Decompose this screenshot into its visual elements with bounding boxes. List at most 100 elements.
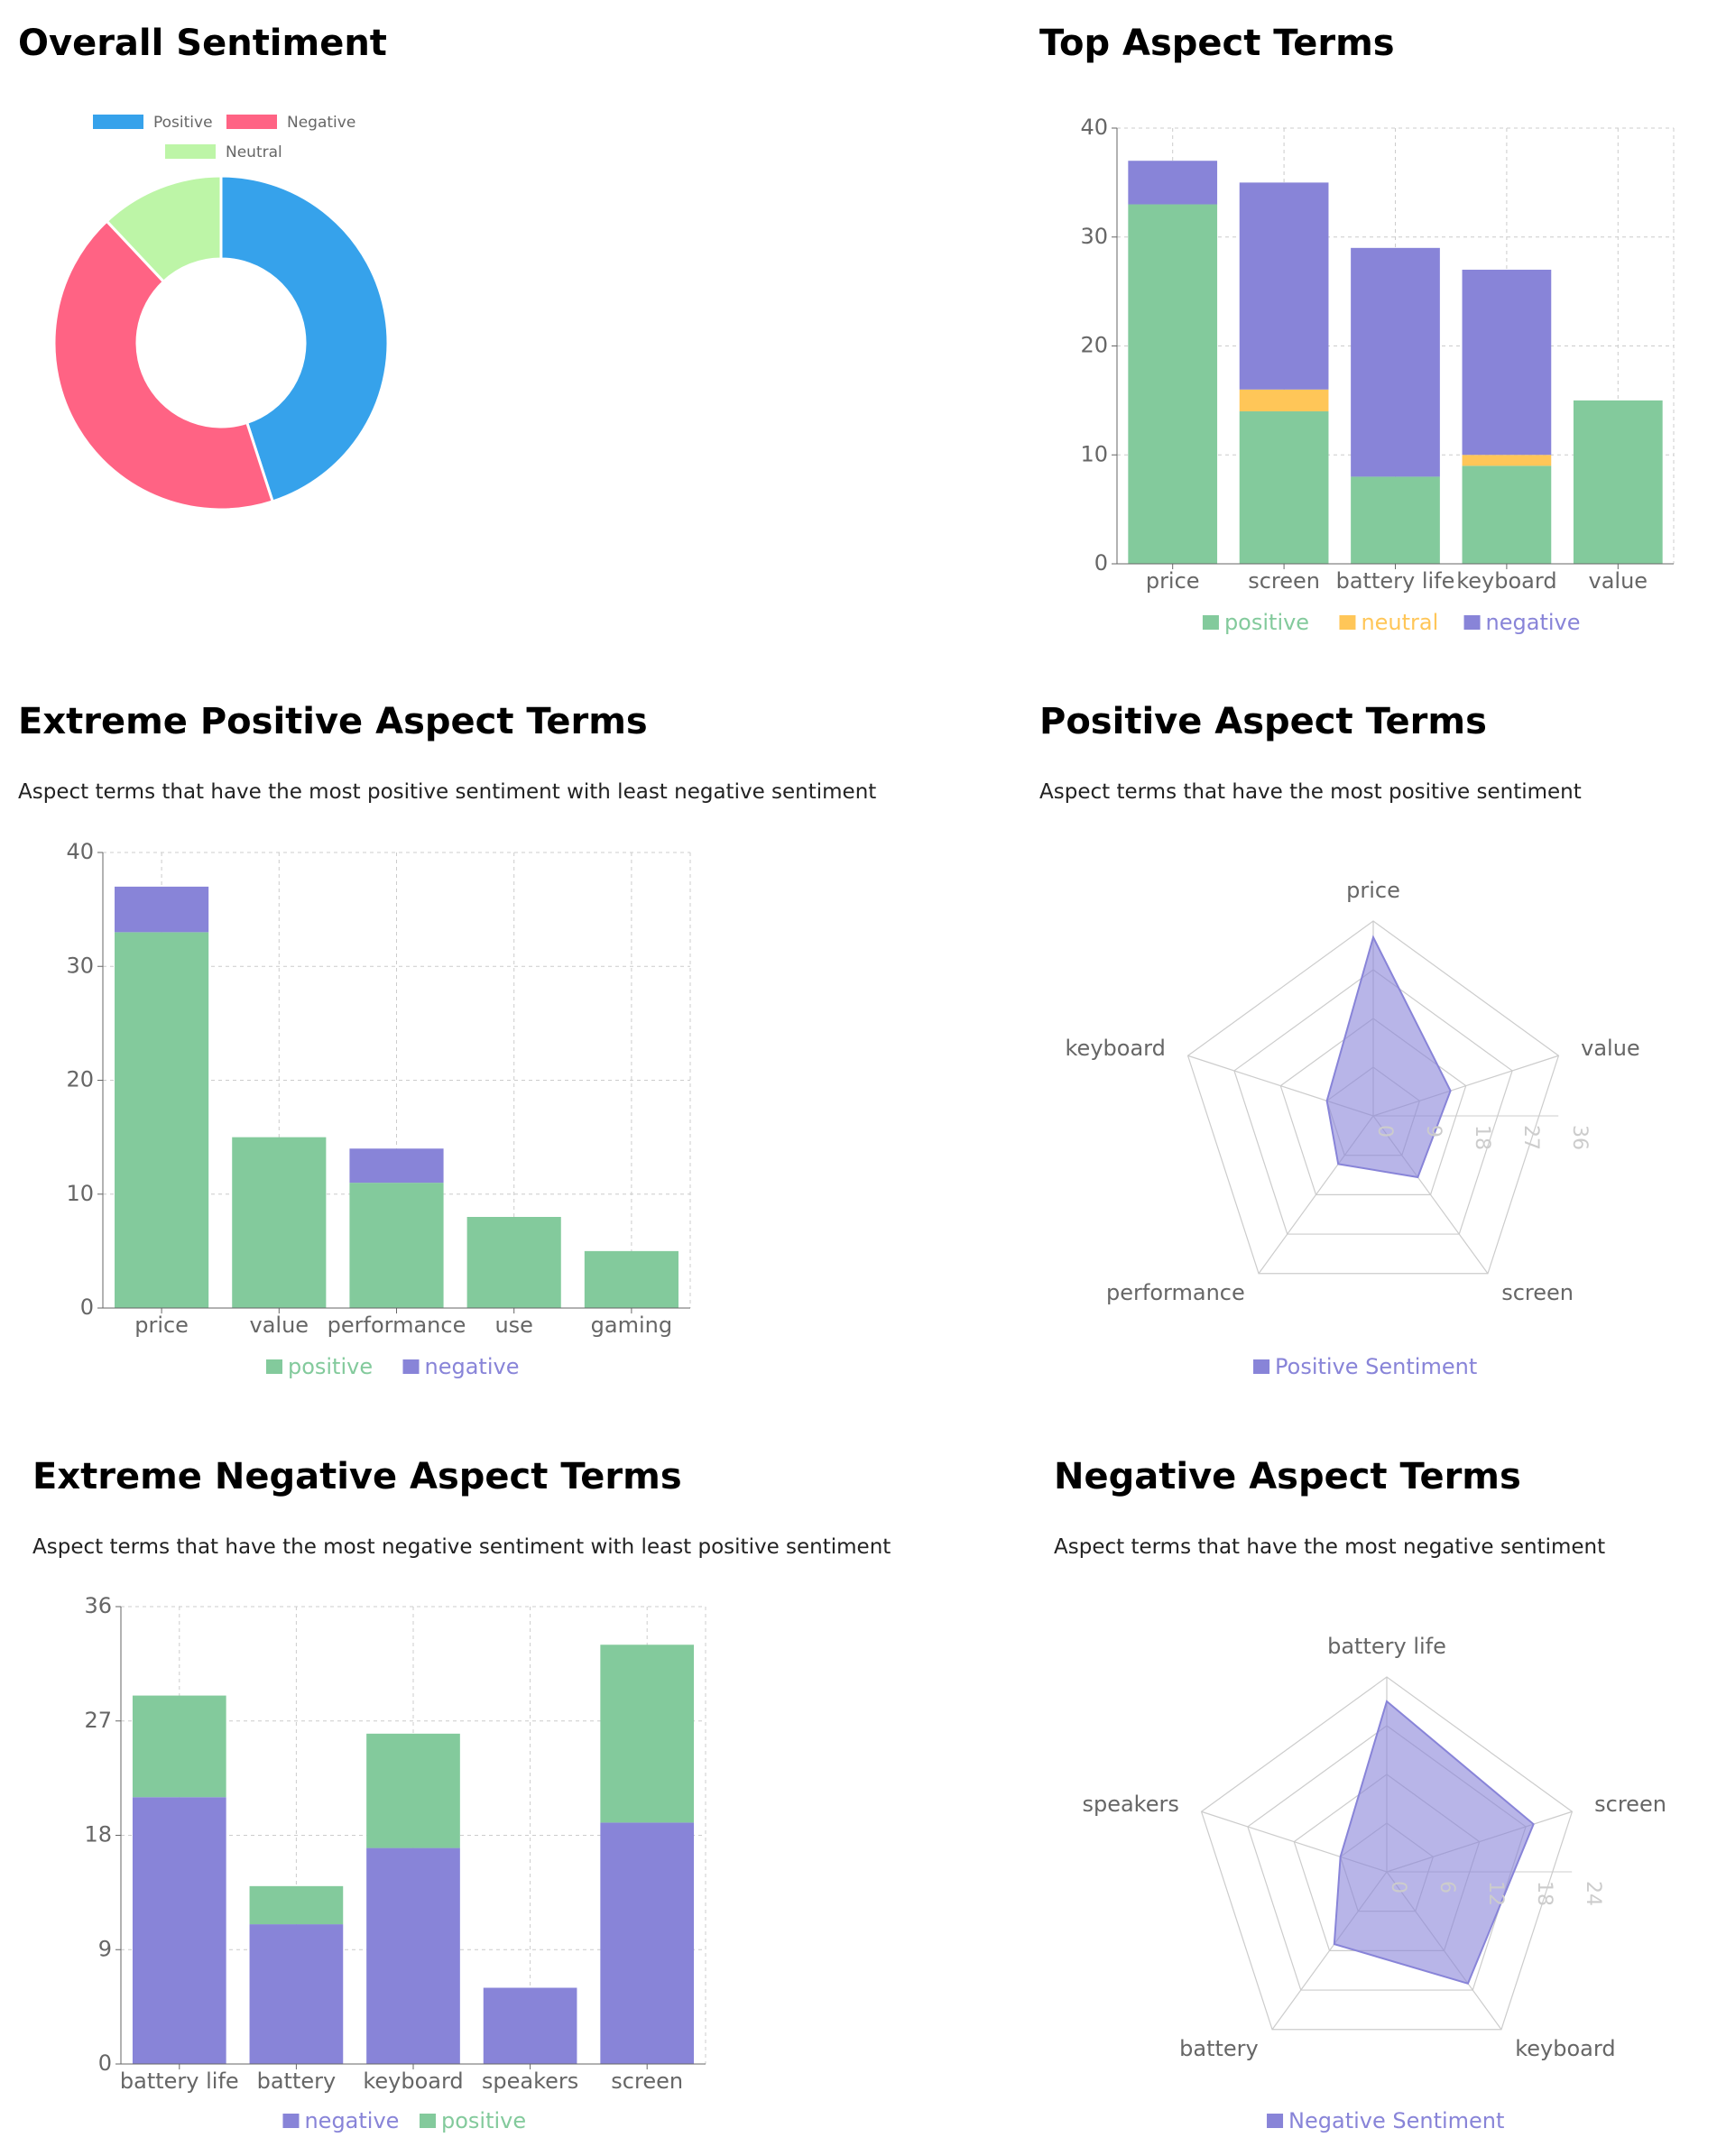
- legend-label-negative: Negative: [287, 114, 355, 132]
- bar-negative-battery-life: [1351, 247, 1440, 477]
- legend-label-negative: negative: [304, 2108, 399, 2133]
- x-tick-label: performance: [328, 1313, 466, 1338]
- legend-label-positive: Positive: [153, 114, 213, 132]
- bar-negative-price: [1128, 161, 1218, 205]
- bar-positive-screen: [1239, 410, 1329, 564]
- bar-chart-top: price screen battery life keyboard value 0 10 2…: [1080, 115, 1675, 635]
- radar-radius-tick: 27: [1519, 1125, 1542, 1150]
- bar-negative-keyboard: [366, 1847, 460, 2064]
- radar-axis-label: price: [1346, 878, 1400, 903]
- legend-label-neutral: Neutral: [226, 143, 282, 161]
- bar-negative-keyboard: [1462, 269, 1552, 456]
- x-tick-label: value: [250, 1313, 309, 1338]
- y-tick-label: 20: [66, 1067, 94, 1092]
- legend-label-positive: positive: [441, 2108, 526, 2133]
- legend-label: Negative Sentiment: [1288, 2108, 1504, 2133]
- radar-radius-tick: 9: [1422, 1125, 1445, 1138]
- legend-swatch: [1253, 1359, 1270, 1374]
- radar-axis-label: screen: [1501, 1280, 1574, 1305]
- legend-swatch-neutral: [1339, 615, 1356, 630]
- radar-axis-label: screen: [1594, 1792, 1666, 1817]
- radar-axis-label: keyboard: [1515, 2036, 1615, 2061]
- y-tick-label: 36: [84, 1593, 112, 1618]
- y-tick-label: 40: [66, 839, 94, 864]
- bar-positive-battery-life: [132, 1695, 226, 1798]
- legend-label-negative: negative: [1486, 610, 1581, 635]
- bar-neutral-keyboard: [1462, 455, 1552, 466]
- x-tick-label: price: [1146, 568, 1200, 594]
- bar-negative-price: [115, 886, 209, 933]
- legend-swatch-positive: [93, 115, 143, 129]
- radar-radius-tick: 36: [1568, 1125, 1591, 1150]
- radar-chart-pos: 0 9 18 27 36 price value screen performance keybo…: [1066, 878, 1640, 1379]
- y-tick-label: 0: [98, 2050, 112, 2076]
- legend-label-positive: positive: [1224, 610, 1309, 635]
- bar-positive-value: [232, 1137, 327, 1308]
- legend-label-neutral: neutral: [1361, 610, 1438, 635]
- x-tick-label: screen: [611, 2068, 683, 2094]
- x-tick-label: screen: [1248, 568, 1320, 594]
- legend-label: Positive Sentiment: [1275, 1354, 1477, 1379]
- x-tick-label: gaming: [591, 1313, 672, 1338]
- radar-radius-tick: 18: [1533, 1881, 1555, 1906]
- radar-axis-label: performance: [1106, 1280, 1245, 1305]
- x-tick-label: keyboard: [363, 2068, 463, 2094]
- bar-positive-keyboard: [1462, 465, 1552, 564]
- y-tick-label: 20: [1080, 333, 1108, 358]
- bar-positive-use: [466, 1217, 561, 1308]
- bar-negative-performance: [349, 1148, 444, 1184]
- x-tick-label: price: [134, 1313, 189, 1338]
- bar-negative-battery-life: [132, 1797, 226, 2064]
- legend-swatch-negative: [1463, 615, 1481, 630]
- y-tick-label: 10: [66, 1181, 94, 1206]
- radar-radius-tick: 24: [1582, 1881, 1604, 1906]
- bar-negative-battery: [249, 1924, 344, 2064]
- y-tick-label: 18: [84, 1822, 112, 1847]
- radar-chart-neg: 0 6 12 18 24 battery life screen keyboard batter…: [1082, 1634, 1666, 2133]
- radar-axis-label: speakers: [1082, 1792, 1178, 1817]
- radar-radius-tick: 0: [1387, 1881, 1409, 1893]
- bar-positive-price: [115, 932, 209, 1308]
- bar-neutral-screen: [1239, 389, 1329, 411]
- legend-swatch-negative: [402, 1359, 420, 1374]
- x-tick-label: speakers: [482, 2068, 578, 2094]
- radar-axis-label: battery: [1179, 2036, 1259, 2061]
- bar-positive-performance: [349, 1183, 444, 1308]
- bar-positive-price: [1128, 204, 1218, 564]
- bar-negative-screen: [600, 1822, 695, 2064]
- legend-swatch-positive: [420, 2114, 436, 2128]
- bar-positive-value: [1573, 400, 1663, 564]
- y-tick-label: 0: [80, 1295, 94, 1320]
- radar-radius-tick: 18: [1471, 1125, 1493, 1150]
- y-tick-label: 9: [98, 1936, 112, 1961]
- x-tick-label: battery life: [120, 2068, 239, 2094]
- y-tick-label: 40: [1080, 115, 1108, 140]
- radar-radius-tick: 12: [1484, 1881, 1507, 1906]
- bar-negative-speakers: [483, 1987, 577, 2064]
- legend-label-negative: negative: [425, 1354, 520, 1379]
- legend-swatch-negative: [282, 2114, 300, 2128]
- x-tick-label: keyboard: [1456, 568, 1556, 594]
- legend-label-positive: positive: [288, 1354, 373, 1379]
- legend-swatch-positive: [1202, 615, 1219, 630]
- radar-radius-tick: 0: [1373, 1125, 1396, 1138]
- x-tick-label: battery life: [1336, 568, 1455, 594]
- donut-chart: Positive Negative Neutral: [52, 114, 390, 511]
- y-tick-label: 30: [66, 953, 94, 978]
- legend-swatch-neutral: [165, 144, 216, 159]
- y-tick-label: 10: [1080, 441, 1108, 466]
- bar-chart-extreme_pos: price value performance use gaming 0 10 20 30 40 p…: [66, 839, 691, 1379]
- y-tick-label: 30: [1080, 224, 1108, 249]
- legend-swatch-positive: [265, 1359, 282, 1374]
- radar-axis-label: keyboard: [1066, 1036, 1166, 1061]
- x-tick-label: value: [1589, 568, 1648, 594]
- radar-area-negative-sentiment: [1333, 1700, 1535, 1985]
- bar-positive-gaming: [584, 1250, 678, 1308]
- bar-positive-battery-life: [1351, 476, 1440, 564]
- y-tick-label: 0: [1094, 550, 1108, 576]
- bar-negative-screen: [1239, 182, 1329, 390]
- x-tick-label: use: [494, 1313, 532, 1338]
- y-tick-label: 27: [84, 1708, 112, 1733]
- bar-chart-extreme_neg: battery life battery keyboard speakers scree…: [84, 1593, 706, 2133]
- x-tick-label: battery: [257, 2068, 337, 2094]
